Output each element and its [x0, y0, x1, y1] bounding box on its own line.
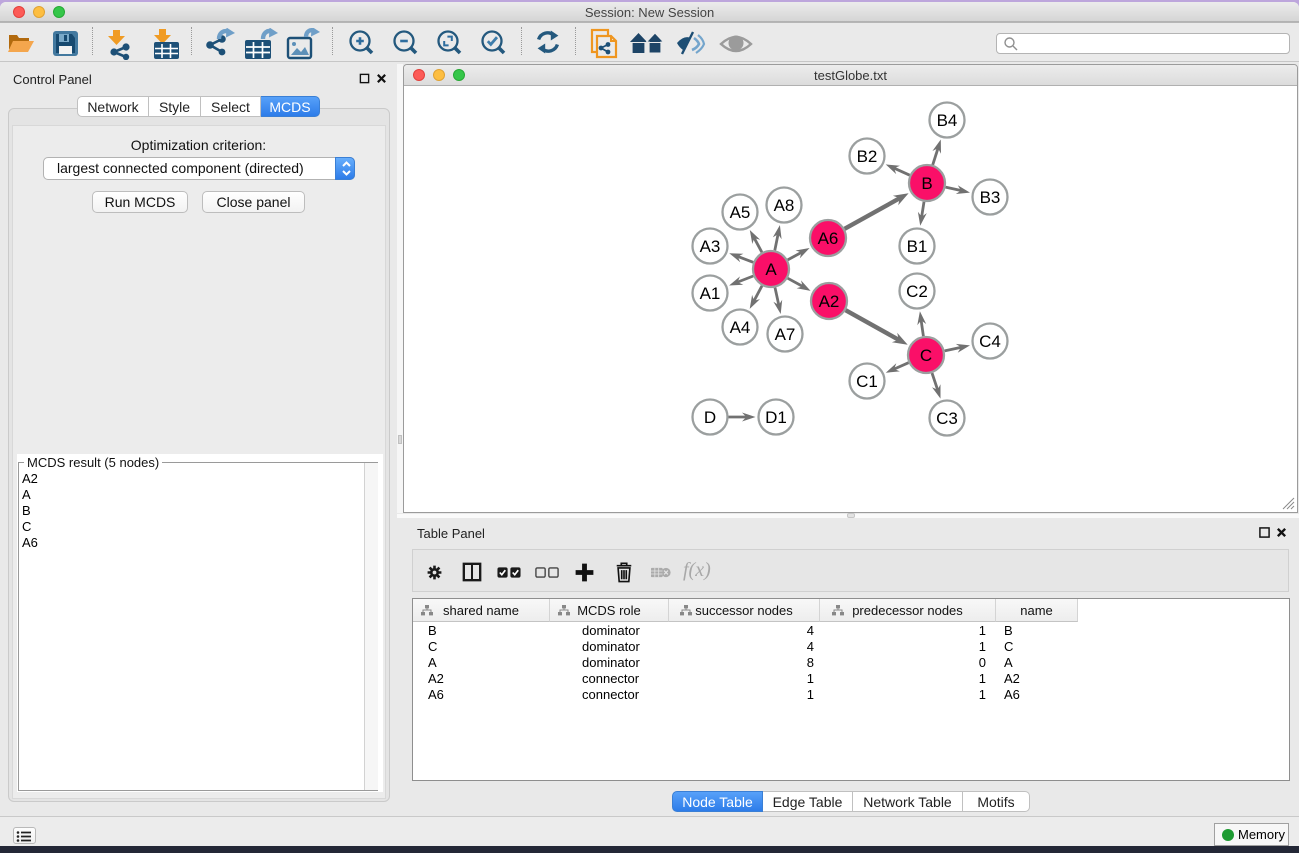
svg-text:A4: A4: [730, 318, 751, 337]
svg-text:D1: D1: [765, 408, 787, 427]
svg-text:D: D: [704, 408, 716, 427]
svg-text:B: B: [921, 174, 932, 193]
svg-text:B4: B4: [937, 111, 958, 130]
svg-text:A: A: [765, 260, 777, 279]
svg-text:A2: A2: [819, 292, 840, 311]
svg-text:B3: B3: [980, 188, 1001, 207]
svg-text:A7: A7: [775, 325, 796, 344]
svg-text:B1: B1: [907, 237, 928, 256]
svg-text:B2: B2: [857, 147, 878, 166]
svg-text:C4: C4: [979, 332, 1001, 351]
svg-text:C3: C3: [936, 409, 958, 428]
svg-text:C: C: [920, 346, 932, 365]
svg-text:A8: A8: [774, 196, 795, 215]
svg-text:A6: A6: [818, 229, 839, 248]
svg-text:A5: A5: [730, 203, 751, 222]
svg-text:C1: C1: [856, 372, 878, 391]
svg-text:C2: C2: [906, 282, 928, 301]
svg-text:A3: A3: [700, 237, 721, 256]
svg-text:A1: A1: [700, 284, 721, 303]
